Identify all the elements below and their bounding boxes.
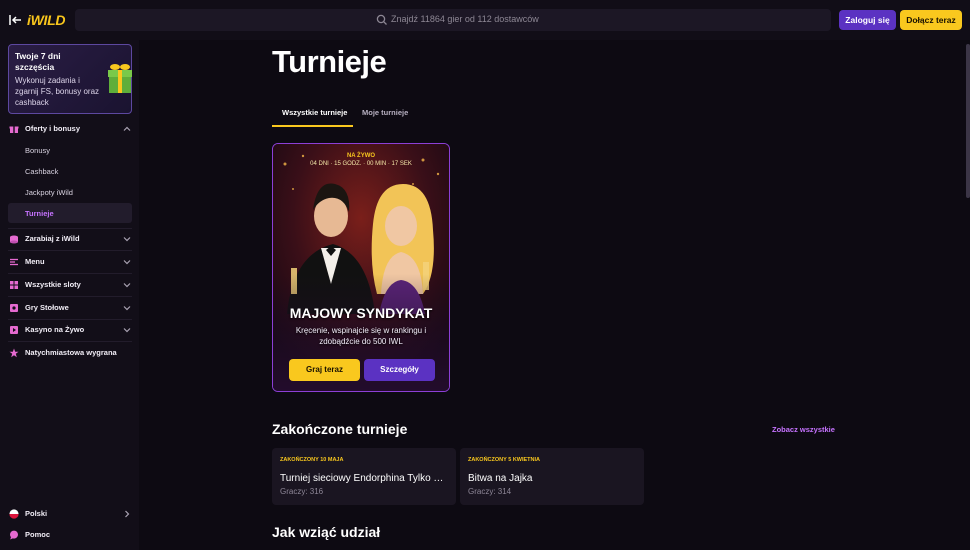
menu-icon <box>10 258 18 266</box>
how-to-join-title: Jak wziąć udział <box>272 524 381 540</box>
star-icon <box>9 348 19 358</box>
see-all-link[interactable]: Zobacz wszystkie <box>772 425 835 434</box>
collapse-sidebar-icon[interactable] <box>8 13 22 27</box>
join-button[interactable]: Dołącz teraz <box>900 10 962 30</box>
divider <box>8 228 132 229</box>
chevron-down-icon <box>123 328 131 333</box>
gift-icon <box>108 64 132 93</box>
sidebar: Twoje 7 dni szczęścia Wykonuj zadania i … <box>0 40 139 550</box>
page-scrollbar[interactable] <box>966 40 970 550</box>
sidebar-item-instant-win[interactable]: Natychmiastowa wygrana <box>8 344 132 362</box>
top-bar: iWILD Znajdź 11864 gier od 112 dostawców… <box>0 0 970 40</box>
help-label: Pomoc <box>25 530 51 539</box>
finished-players: Graczy: 316 <box>280 487 324 496</box>
divider <box>8 296 132 297</box>
divider <box>8 273 132 274</box>
grid-icon <box>10 281 18 289</box>
tab-all-tournaments[interactable]: Wszystkie turnieje <box>282 108 347 117</box>
finished-name: Turniej sieciowy Endorphina Tylko 4 Dni! <box>280 473 448 484</box>
language-selector[interactable]: Polski <box>8 505 132 523</box>
live-status: NA ŻYWO <box>346 153 376 159</box>
divider <box>8 250 132 251</box>
chevron-up-icon <box>123 126 131 131</box>
sidebar-subitem-label: Turnieje <box>25 209 54 218</box>
gift-small-icon <box>9 126 19 133</box>
chevron-right-icon <box>125 510 130 518</box>
featured-tournament-card[interactable]: NA ŻYWO 04 DNI · 15 GODZ. · 00 MIN · 17 … <box>272 143 450 392</box>
sidebar-item-label: Oferty i bonusy <box>25 124 81 133</box>
finished-tournament-card[interactable]: ZAKOŃCZONY 5 KWIETNIA Bitwa na Jajka Gra… <box>460 448 644 505</box>
countdown-timer: 04 DNI · 15 GODZ. · 00 MIN · 17 SEK <box>310 161 412 167</box>
promo-text: Wykonuj zadania i zgarnij FS, bonusy ora… <box>15 76 100 107</box>
sidebar-item-offers[interactable]: Oferty i bonusy <box>8 120 132 138</box>
sidebar-subitem-cashback[interactable]: Cashback <box>8 161 132 181</box>
divider <box>8 341 132 342</box>
live-icon <box>10 326 18 334</box>
sidebar-item-menu[interactable]: Menu <box>8 253 132 271</box>
language-label: Polski <box>25 509 48 518</box>
sidebar-subitem-jackpots[interactable]: Jackpoty iWild <box>8 182 132 202</box>
promo-banner[interactable]: Twoje 7 dni szczęścia Wykonuj zadania i … <box>8 44 132 114</box>
sidebar-item-label: Gry Stołowe <box>25 303 69 312</box>
search-placeholder: Znajdź 11864 gier od 112 dostawców <box>391 14 539 24</box>
tournament-name: MAJOWY SYNDYKAT <box>289 305 433 321</box>
finished-tournaments-title: Zakończone turnieje <box>272 421 408 437</box>
finished-tournament-card[interactable]: ZAKOŃCZONY 10 MAJA Turniej sieciowy Endo… <box>272 448 456 505</box>
logo[interactable]: iWILD <box>27 12 65 28</box>
page-title: Turnieje <box>272 44 387 79</box>
coins-icon <box>10 235 18 244</box>
help-link[interactable]: Pomoc <box>8 526 132 544</box>
details-button[interactable]: Szczegóły <box>364 359 435 381</box>
sidebar-item-live-casino[interactable]: Kasyno na Żywo <box>8 321 132 339</box>
finished-name: Bitwa na Jajka <box>468 473 533 484</box>
sidebar-subitem-label: Bonusy <box>25 146 51 155</box>
divider <box>8 319 132 320</box>
sidebar-item-table-games[interactable]: Gry Stołowe <box>8 299 132 317</box>
chevron-down-icon <box>123 237 131 242</box>
login-button[interactable]: Zaloguj się <box>839 10 896 30</box>
sidebar-subitem-bonuses[interactable]: Bonusy <box>8 140 132 160</box>
play-now-button[interactable]: Graj teraz <box>289 359 360 381</box>
chevron-down-icon <box>123 260 131 265</box>
chevron-down-icon <box>123 283 131 288</box>
tournament-artwork <box>273 144 449 391</box>
chat-icon <box>10 530 18 540</box>
sidebar-subitem-tournaments[interactable]: Turnieje <box>8 203 132 223</box>
cards-icon <box>10 304 18 312</box>
sidebar-item-all-slots[interactable]: Wszystkie sloty <box>8 276 132 294</box>
finished-date: ZAKOŃCZONY 10 MAJA <box>280 457 344 463</box>
sidebar-item-label: Natychmiastowa wygrana <box>25 348 117 357</box>
tournament-description: Kręcenie, wspinajcie się w rankingu i zd… <box>295 326 427 346</box>
scrollbar-thumb[interactable] <box>966 44 970 198</box>
sidebar-subitem-label: Cashback <box>25 167 59 176</box>
sidebar-item-label: Zarabiaj z iWild <box>25 234 80 243</box>
search-input[interactable]: Znajdź 11864 gier od 112 dostawców <box>75 9 831 31</box>
chevron-down-icon <box>123 306 131 311</box>
sidebar-item-earn[interactable]: Zarabiaj z iWild <box>8 230 132 248</box>
finished-players: Graczy: 314 <box>468 487 512 496</box>
active-tab-indicator <box>272 125 353 127</box>
sidebar-subitem-label: Jackpoty iWild <box>25 188 73 197</box>
tab-my-tournaments[interactable]: Moje turnieje <box>362 108 408 117</box>
poland-flag-icon <box>9 509 19 519</box>
finished-date: ZAKOŃCZONY 5 KWIETNIA <box>468 457 541 463</box>
sidebar-item-label: Kasyno na Żywo <box>25 325 85 334</box>
sidebar-item-label: Wszystkie sloty <box>25 280 81 289</box>
promo-title: Twoje 7 dni szczęścia <box>15 51 61 72</box>
sidebar-item-label: Menu <box>25 257 45 266</box>
search-icon <box>376 14 387 25</box>
